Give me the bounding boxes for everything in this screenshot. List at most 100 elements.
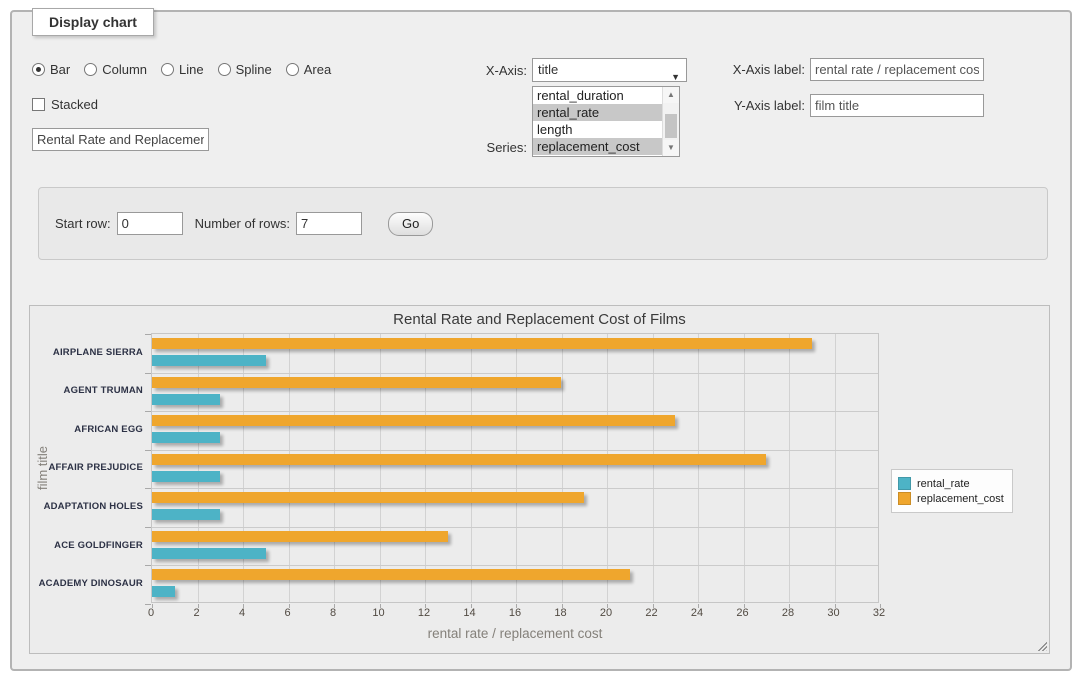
x-tick-label: 20 (589, 607, 623, 619)
x-tick-label: 16 (498, 607, 532, 619)
radio-label: Bar (50, 62, 70, 77)
gridline (152, 527, 878, 528)
radio-icon (286, 63, 299, 76)
gridline (152, 450, 878, 451)
x-tick-label: 26 (726, 607, 760, 619)
chart-type-column[interactable]: Column (84, 62, 147, 77)
num-rows-label: Number of rows: (195, 216, 290, 231)
radio-icon (161, 63, 174, 76)
series-scrollbar[interactable]: ▲ ▼ (662, 87, 679, 156)
series-select-label: Series: (467, 140, 527, 155)
gridline (698, 334, 699, 602)
gridline (380, 334, 381, 602)
page: Display chart Bar Column Line Spline Area St… (0, 0, 1081, 681)
legend-label: replacement_cost (917, 493, 1004, 505)
radio-label: Line (179, 62, 204, 77)
chart-title: Rental Rate and Replacement Cost of Film… (30, 311, 1049, 328)
series-option-rental_rate[interactable]: rental_rate (533, 104, 662, 121)
bar-rental-rate (152, 548, 266, 559)
x-axis-select[interactable]: title ▼ (532, 58, 687, 82)
gridline (744, 334, 745, 602)
gridline (425, 334, 426, 602)
x-tick-label: 8 (316, 607, 350, 619)
x-axis-select-label: X-Axis: (467, 63, 527, 78)
scroll-up-icon[interactable]: ▲ (663, 87, 679, 103)
bar-replacement-cost (152, 415, 675, 426)
y-tick-mark (145, 373, 151, 374)
stacked-checkbox-row[interactable]: Stacked (32, 97, 98, 112)
fieldset-legend: Display chart (32, 8, 154, 36)
scroll-down-icon[interactable]: ▼ (663, 140, 679, 156)
x-tick-label: 12 (407, 607, 441, 619)
x-tick-label: 10 (362, 607, 396, 619)
legend-label: rental_rate (917, 478, 970, 490)
bar-replacement-cost (152, 492, 584, 503)
chart-type-radios: Bar Column Line Spline Area (32, 62, 345, 77)
chart-legend: rental_rate replacement_cost (891, 469, 1013, 513)
x-tick-label: 18 (544, 607, 578, 619)
x-tick-label: 30 (817, 607, 851, 619)
x-tick-label: 14 (453, 607, 487, 619)
legend-swatch (898, 492, 911, 505)
chart-type-spline[interactable]: Spline (218, 62, 272, 77)
series-option-rental_duration[interactable]: rental_duration (533, 87, 662, 104)
gridline (835, 334, 836, 602)
y-axis-label-row: Y-Axis label: (707, 94, 984, 117)
radio-icon (84, 63, 97, 76)
gridline (789, 334, 790, 602)
gridline (471, 334, 472, 602)
gridline (607, 334, 608, 602)
stacked-label: Stacked (51, 97, 98, 112)
bar-replacement-cost (152, 454, 766, 465)
display-chart-fieldset: Display chart Bar Column Line Spline Area St… (10, 10, 1072, 671)
radio-label: Column (102, 62, 147, 77)
gridline (289, 334, 290, 602)
x-tick-label: 6 (271, 607, 305, 619)
legend-item-replacement_cost[interactable]: replacement_cost (898, 492, 1004, 505)
y-tick-mark (145, 488, 151, 489)
gridline (243, 334, 244, 602)
gridline (152, 565, 878, 566)
y-tick-mark (145, 604, 151, 605)
gridline (198, 334, 199, 602)
go-button[interactable]: Go (388, 212, 433, 236)
chart-title-input[interactable] (32, 128, 209, 151)
y-axis-label-input[interactable] (810, 94, 984, 117)
gridline (334, 334, 335, 602)
x-axis-label-input[interactable] (810, 58, 984, 81)
x-tick-labels: 02468101214161820222426283032 (151, 607, 879, 621)
series-option-replacement_cost[interactable]: replacement_cost (533, 138, 662, 155)
y-tick-mark (145, 565, 151, 566)
scrollbar-thumb[interactable] (665, 114, 677, 138)
x-tick-label: 22 (635, 607, 669, 619)
start-row-input[interactable] (117, 212, 183, 235)
bar-replacement-cost (152, 377, 561, 388)
plot-area (151, 333, 879, 603)
x-tick-label: 4 (225, 607, 259, 619)
series-listbox[interactable]: rental_durationrental_ratelengthreplacem… (532, 86, 680, 157)
bar-rental-rate (152, 586, 175, 597)
x-tick-label: 0 (134, 607, 168, 619)
num-rows-input[interactable] (296, 212, 362, 235)
bar-rental-rate (152, 355, 266, 366)
bar-rental-rate (152, 394, 220, 405)
chevron-down-icon: ▼ (671, 66, 680, 88)
series-option-length[interactable]: length (533, 121, 662, 138)
bar-replacement-cost (152, 338, 812, 349)
radio-icon (218, 63, 231, 76)
gridline (152, 488, 878, 489)
y-tick-mark (145, 450, 151, 451)
legend-swatch (898, 477, 911, 490)
x-tick-label: 24 (680, 607, 714, 619)
gridline (152, 411, 878, 412)
legend-item-rental_rate[interactable]: rental_rate (898, 477, 1004, 490)
resize-handle-icon[interactable] (1036, 640, 1047, 651)
y-tick-mark (145, 527, 151, 528)
stacked-checkbox-icon[interactable] (32, 98, 45, 111)
chart-type-line[interactable]: Line (161, 62, 204, 77)
y-tick-mark (145, 334, 151, 335)
chart-type-area[interactable]: Area (286, 62, 331, 77)
series-select-row: Series: rental_durationrental_ratelength… (467, 86, 680, 157)
gridline (653, 334, 654, 602)
chart-type-bar[interactable]: Bar (32, 62, 70, 77)
